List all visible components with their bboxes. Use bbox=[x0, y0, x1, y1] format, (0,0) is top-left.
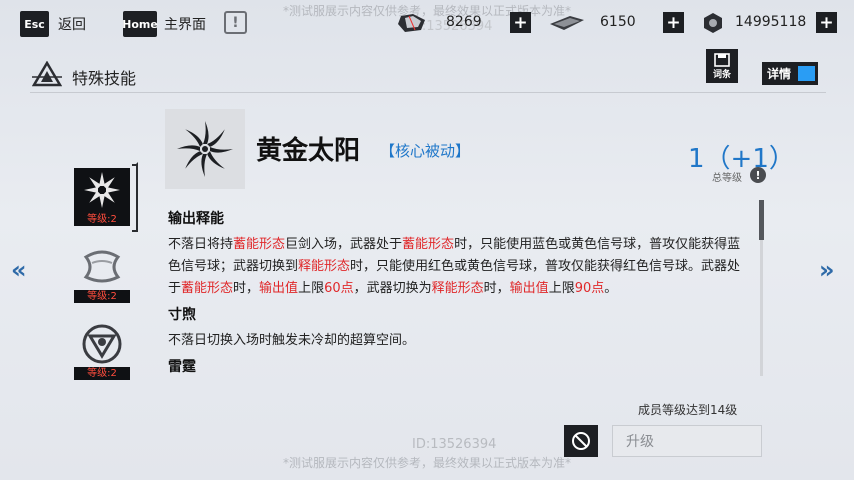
keyword-highlight: 释能形态 bbox=[298, 259, 351, 274]
crystal-icon bbox=[398, 14, 425, 32]
triangle-ring-icon bbox=[82, 324, 122, 364]
triangle-emblem-icon bbox=[32, 61, 62, 87]
watermark-bottom: *测试服展示内容仅供参考，最终效果以正式版本为准* bbox=[282, 456, 571, 470]
skill-type: 【核心被动】 bbox=[380, 142, 471, 160]
crystal-plus-button[interactable]: + bbox=[510, 12, 531, 33]
toggle-switch-indicator bbox=[798, 66, 815, 81]
back-label[interactable]: 返回 bbox=[58, 14, 86, 34]
skill-list-item-3[interactable]: 等级:2 bbox=[74, 322, 130, 380]
upgrade-requirement: 成员等级达到14级 bbox=[638, 403, 738, 417]
id-watermark-bottom: ID:13526394 bbox=[412, 437, 497, 452]
detail-toggle[interactable]: 详情 bbox=[762, 62, 818, 85]
alert-icon[interactable]: ! bbox=[224, 11, 247, 34]
description-text: 时， bbox=[233, 281, 260, 296]
description-paragraph: 不落日将持蓄能形态巨剑入场，武器处于蓄能形态时，只能使用蓝色或黄色信号球，普攻仅… bbox=[168, 234, 744, 300]
no-entry-icon bbox=[564, 425, 598, 457]
skill-name: 黄金太阳 bbox=[256, 136, 361, 166]
nut-currency-plus-button[interactable]: + bbox=[816, 12, 837, 33]
upgrade-button[interactable]: 升级 bbox=[612, 425, 762, 457]
description-text: 巨剑入场，武器处于 bbox=[285, 237, 403, 252]
description-text: 时， bbox=[483, 281, 510, 296]
section-title: 特殊技能 bbox=[72, 69, 137, 88]
keyword-highlight: 释能形态 bbox=[431, 281, 484, 296]
description-text: 。 bbox=[604, 281, 618, 296]
nut-currency-value: 14995118 bbox=[735, 14, 807, 30]
description-paragraph: 不落日切换入场时触发未冷却的超算空间。 bbox=[168, 330, 744, 352]
info-icon[interactable]: ! bbox=[750, 167, 766, 183]
skill-level-badge: 等级:2 bbox=[74, 367, 130, 380]
card-ticket-icon bbox=[550, 16, 584, 30]
ribbon-icon bbox=[83, 250, 121, 283]
skill-main-icon bbox=[165, 109, 245, 189]
entry-button[interactable]: 词条 bbox=[706, 49, 738, 83]
keyword-highlight: 蓄能形态 bbox=[181, 281, 234, 296]
card-ticket-plus-button[interactable]: + bbox=[663, 12, 684, 33]
save-icon bbox=[714, 52, 730, 67]
description-text: 不落日将持 bbox=[168, 237, 234, 252]
section-header: 特殊技能 词条 详情 bbox=[30, 49, 826, 93]
skill-level-badge: 等级:2 bbox=[74, 213, 130, 226]
skill-list-item-1[interactable]: 等级:2 bbox=[74, 168, 130, 226]
scrollbar-thumb[interactable] bbox=[759, 200, 764, 240]
keyword-highlight: 蓄能形态 bbox=[233, 237, 286, 252]
sun-blade-icon bbox=[177, 121, 233, 177]
crystal-value: 8269 bbox=[446, 14, 482, 30]
detail-label: 详情 bbox=[767, 67, 792, 81]
description-section-title: 雷霆 bbox=[168, 359, 196, 375]
home-label[interactable]: 主界面 bbox=[164, 14, 206, 34]
keyword-highlight: 输出值 bbox=[259, 281, 299, 296]
description-section-title: 寸煦 bbox=[168, 307, 196, 323]
skill-description: 输出释能不落日将持蓄能形态巨剑入场，武器处于蓄能形态时，只能使用蓝色或黄色信号球… bbox=[168, 204, 744, 376]
home-key-button[interactable]: Home bbox=[122, 11, 158, 37]
entry-label: 词条 bbox=[712, 69, 731, 80]
keyword-highlight: 输出值 bbox=[509, 281, 549, 296]
sun-blade-icon bbox=[84, 172, 120, 208]
nut-currency-icon bbox=[704, 13, 722, 33]
description-text: ，武器切换为 bbox=[353, 281, 432, 296]
description-text: 上限 bbox=[548, 281, 575, 296]
next-arrow-button[interactable]: » bbox=[819, 256, 835, 284]
keyword-highlight: 60点 bbox=[324, 281, 354, 296]
esc-key-button[interactable]: Esc bbox=[20, 11, 49, 37]
skill-level-badge: 等级:2 bbox=[74, 290, 130, 303]
description-text: 不落日切换入场时触发未冷却的超算空间。 bbox=[168, 333, 416, 348]
keyword-highlight: 蓄能形态 bbox=[402, 237, 455, 252]
description-section-title: 输出释能 bbox=[168, 211, 224, 227]
keyword-highlight: 90点 bbox=[574, 281, 605, 296]
description-text: 上限 bbox=[298, 281, 325, 296]
card-ticket-value: 6150 bbox=[600, 14, 636, 30]
prev-arrow-button[interactable]: « bbox=[11, 256, 27, 284]
total-level-label: 总等级 bbox=[712, 173, 742, 184]
skill-list-item-2[interactable]: 等级:2 bbox=[74, 245, 130, 303]
